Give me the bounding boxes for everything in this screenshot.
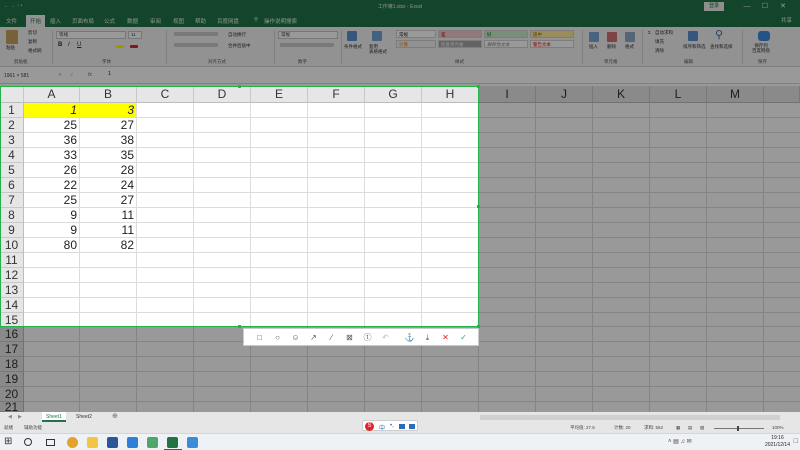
resize-handle[interactable] [477, 205, 480, 208]
zoom-slider[interactable] [714, 428, 764, 429]
rect-icon[interactable]: □ [254, 332, 265, 343]
sogou-logo-icon[interactable]: S [365, 422, 374, 431]
resize-handle[interactable] [238, 85, 241, 88]
sheet-tab-sheet1[interactable]: Sheet1 [42, 412, 66, 422]
text-icon[interactable]: ⓣ [362, 332, 373, 343]
pin-icon[interactable]: ⚓ [404, 332, 415, 343]
ime-punctuation-icon[interactable]: •, [390, 423, 394, 429]
normal-view-icon[interactable]: ▦ [676, 425, 680, 431]
windows-start-icon[interactable]: ⊞ [4, 436, 12, 447]
status-ready: 就绪 [4, 425, 13, 430]
undo-icon[interactable]: ↶ [380, 332, 391, 343]
chrome-icon[interactable] [67, 437, 78, 448]
task-view-icon[interactable] [46, 439, 55, 446]
close-icon[interactable]: ✕ [440, 332, 451, 343]
capture-shade-right [479, 86, 800, 327]
arrow-icon[interactable]: ↗ [308, 332, 319, 343]
system-tray-icons[interactable]: ˄ ▤ ♫ ✉ [668, 438, 692, 445]
notes-icon[interactable] [187, 437, 198, 448]
clock[interactable]: 19:16 2021/12/14 [765, 435, 790, 449]
search-icon[interactable] [24, 438, 32, 446]
add-sheet-icon[interactable]: ⊕ [108, 412, 122, 422]
taskbar: ⊞ ˄ ▤ ♫ ✉ 19:16 2021/12/14 □ [0, 433, 800, 450]
emoji-icon[interactable]: ☺ [290, 332, 301, 343]
sheet-tab-sheet2[interactable]: Sheet2 [72, 412, 96, 422]
capture-region[interactable] [0, 86, 479, 327]
clock-time: 19:16 [771, 435, 784, 441]
notification-icon[interactable]: □ [794, 438, 798, 445]
ime-toolbar[interactable]: S 中 •, [362, 420, 418, 432]
app-icon[interactable] [127, 437, 138, 448]
screenshot-toolbar: □ ○ ☺ ↗ ∕ ⊠ ⓣ ↶ ⚓ ⤓ ✕ ✓ [243, 328, 479, 346]
pen-icon[interactable]: ∕ [326, 332, 337, 343]
file-explorer-icon[interactable] [87, 437, 98, 448]
ime-menu-icon[interactable] [409, 424, 415, 429]
excel-icon[interactable] [167, 437, 178, 448]
status-sum: 求和: 552 [644, 425, 664, 430]
zoom-level[interactable]: 100% [772, 425, 784, 430]
status-count: 计数: 20 [614, 425, 631, 430]
word-icon[interactable] [107, 437, 118, 448]
resize-handle[interactable] [477, 85, 480, 88]
status-average: 平均值: 27.6 [570, 425, 595, 430]
image-app-icon[interactable] [147, 437, 158, 448]
horizontal-scrollbar[interactable] [480, 415, 780, 420]
confirm-icon[interactable]: ✓ [458, 332, 469, 343]
download-icon[interactable]: ⤓ [422, 332, 433, 343]
zoom-slider-thumb[interactable] [737, 426, 739, 431]
page-layout-view-icon[interactable]: ▤ [688, 425, 692, 431]
sheet-nav-right-icon[interactable]: ▶ [14, 412, 26, 422]
capture-shade-top [0, 0, 800, 86]
ellipse-icon[interactable]: ○ [272, 332, 283, 343]
clock-date: 2021/12/14 [764, 442, 790, 448]
mosaic-icon[interactable]: ⊠ [344, 332, 355, 343]
ime-language[interactable]: 中 [379, 423, 385, 432]
ime-keyboard-icon[interactable] [399, 424, 405, 429]
status-accessibility[interactable]: 辅助功能 [24, 425, 42, 431]
page-break-view-icon[interactable]: ▧ [700, 425, 704, 431]
resize-handle[interactable] [238, 325, 241, 328]
